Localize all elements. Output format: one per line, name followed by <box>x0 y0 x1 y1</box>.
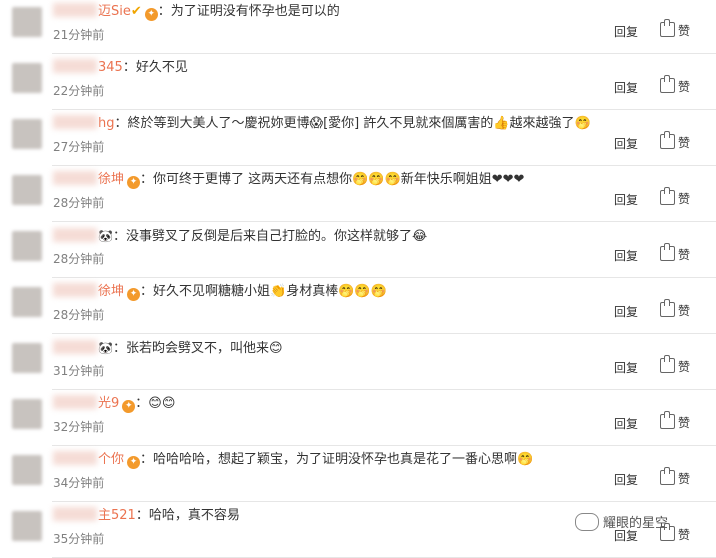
reply-button[interactable]: 回复 <box>614 471 638 488</box>
username[interactable]: 主521 <box>53 507 136 523</box>
medal-icon: ✦ <box>127 288 141 301</box>
comment-line: hg：終於等到大美人了～慶祝妳更博😱[愛你] 許久不見就來個厲害的👍越來越強了🤭 <box>53 115 591 133</box>
username[interactable]: 345 <box>53 59 123 75</box>
timestamp: 35分钟前 <box>53 532 105 546</box>
thumbs-up-icon <box>660 131 675 149</box>
timestamp: 21分钟前 <box>53 28 105 42</box>
comment-line: 🐼：张若昀会劈叉不，叫他来😊 <box>53 339 283 358</box>
thumbs-up-icon <box>660 467 675 485</box>
panda-icon: 🐼 <box>98 341 113 355</box>
comment-line: 主521：哈哈，真不容易 <box>53 507 240 525</box>
reply-button[interactable]: 回复 <box>614 415 638 432</box>
reply-button[interactable]: 回复 <box>614 191 638 208</box>
watermark: 耀眼的星空 <box>575 512 668 531</box>
like-button[interactable]: 赞 <box>660 131 690 151</box>
comment-text: 哈哈哈哈，想起了颖宝，为了证明没怀孕也真是花了一番心思啊🤭 <box>153 452 534 467</box>
timestamp: 34分钟前 <box>53 476 105 490</box>
like-button[interactable]: 赞 <box>660 467 690 487</box>
comment-line: 🐼：没事劈叉了反倒是后来自己打脸的。你这样就够了😂 <box>53 227 427 246</box>
reply-button[interactable]: 回复 <box>614 247 638 264</box>
like-button[interactable]: 赞 <box>660 355 690 375</box>
wechat-icon <box>575 513 599 531</box>
avatar[interactable] <box>12 287 42 317</box>
comment-text: 为了证明没有怀孕也是可以的 <box>170 4 340 19</box>
reply-button[interactable]: 回复 <box>614 303 638 320</box>
comment-text: 张若昀会劈叉不，叫他来😊 <box>125 341 283 356</box>
thumbs-up-icon <box>660 75 675 93</box>
thumbs-up-icon <box>660 299 675 317</box>
like-button[interactable]: 赞 <box>660 243 690 263</box>
timestamp: 22分钟前 <box>53 84 105 98</box>
timestamp: 28分钟前 <box>53 196 105 210</box>
thumbs-up-icon <box>660 411 675 429</box>
comment-line: 徐坤 ✦ ：好久不见啊糖糖小姐👏身材真棒🤭🤭🤭 <box>53 283 387 301</box>
username[interactable]: 迈Sie <box>53 3 131 19</box>
avatar[interactable] <box>12 119 42 149</box>
medal-icon: ✦ <box>127 176 141 189</box>
comment-row: 🐼：没事劈叉了反倒是后来自己打脸的。你这样就够了😂 28分钟前 回复 赞 <box>0 222 716 278</box>
username[interactable]: 光9 <box>53 395 119 411</box>
avatar[interactable] <box>12 63 42 93</box>
username[interactable] <box>53 340 98 356</box>
medal-icon: ✦ <box>122 400 136 413</box>
thumbs-up-icon <box>660 243 675 261</box>
timestamp: 28分钟前 <box>53 308 105 322</box>
avatar[interactable] <box>12 7 42 37</box>
thumbs-up-icon <box>660 19 675 37</box>
username[interactable]: 徐坤 <box>53 171 124 187</box>
avatar[interactable] <box>12 455 42 485</box>
timestamp: 27分钟前 <box>53 140 105 154</box>
like-button[interactable]: 赞 <box>660 19 690 39</box>
panda-icon: 🐼 <box>98 229 113 243</box>
comment-line: 个你 ✦ ：哈哈哈哈，想起了颖宝，为了证明没怀孕也真是花了一番心思啊🤭 <box>53 451 533 469</box>
comment-line: 徐坤 ✦ ：你可终于更博了 这两天还有点想你🤭🤭🤭新年快乐啊姐姐❤❤❤ <box>53 171 524 189</box>
comment-line: 光9 ✦ ：😊😊 <box>53 395 175 413</box>
comment-text: 没事劈叉了反倒是后来自己打脸的。你这样就够了😂 <box>125 229 428 244</box>
avatar[interactable] <box>12 399 42 429</box>
like-button[interactable]: 赞 <box>660 187 690 207</box>
comment-row: 徐坤 ✦ ：好久不见啊糖糖小姐👏身材真棒🤭🤭🤭 28分钟前 回复 赞 <box>0 278 716 334</box>
comment-text: 好久不见 <box>135 60 188 75</box>
comment-line: 迈Sie✔ ✦ ：为了证明没有怀孕也是可以的 <box>53 3 340 21</box>
avatar[interactable] <box>12 231 42 261</box>
comment-row: 徐坤 ✦ ：你可终于更博了 这两天还有点想你🤭🤭🤭新年快乐啊姐姐❤❤❤ 28分钟前 回复… <box>0 166 716 222</box>
reply-button[interactable]: 回复 <box>614 79 638 96</box>
like-button[interactable]: 赞 <box>660 299 690 319</box>
thumbs-up-icon <box>660 187 675 205</box>
username[interactable] <box>53 228 98 244</box>
comment-row: 迈Sie✔ ✦ ：为了证明没有怀孕也是可以的 21分钟前 回复 赞 <box>0 0 716 54</box>
comment-line: 345：好久不见 <box>53 59 188 77</box>
thumbs-up-icon <box>660 355 675 373</box>
timestamp: 28分钟前 <box>53 252 105 266</box>
comment-row: hg：終於等到大美人了～慶祝妳更博😱[愛你] 許久不見就來個厲害的👍越來越強了🤭… <box>0 110 716 166</box>
medal-icon: ✦ <box>127 456 141 469</box>
username[interactable]: hg <box>53 115 115 131</box>
comment-text: 終於等到大美人了～慶祝妳更博😱[愛你] 許久不見就來個厲害的👍越來越強了🤭 <box>127 116 591 131</box>
avatar[interactable] <box>12 343 42 373</box>
timestamp: 32分钟前 <box>53 420 105 434</box>
like-button[interactable]: 赞 <box>660 411 690 431</box>
comment-text: 😊😊 <box>148 396 176 411</box>
like-button[interactable]: 赞 <box>660 75 690 95</box>
comment-row: 🐼：张若昀会劈叉不，叫他来😊 31分钟前 回复 赞 <box>0 334 716 390</box>
reply-button[interactable]: 回复 <box>614 23 638 40</box>
timestamp: 31分钟前 <box>53 364 105 378</box>
reply-button[interactable]: 回复 <box>614 135 638 152</box>
comment-text: 哈哈，真不容易 <box>148 508 240 523</box>
username[interactable]: 个你 <box>53 451 124 467</box>
avatar[interactable] <box>12 175 42 205</box>
comment-row: 光9 ✦ ：😊😊 32分钟前 回复 赞 <box>0 390 716 446</box>
comment-row: 个你 ✦ ：哈哈哈哈，想起了颖宝，为了证明没怀孕也真是花了一番心思啊🤭 34分钟前 回复… <box>0 446 716 502</box>
comment-text: 好久不见啊糖糖小姐👏身材真棒🤭🤭🤭 <box>153 284 387 299</box>
medal-icon: ✦ <box>144 8 158 21</box>
comment-row: 345：好久不见 22分钟前 回复 赞 <box>0 54 716 110</box>
vip-icon: ✔ <box>130 4 142 19</box>
username[interactable]: 徐坤 <box>53 283 124 299</box>
reply-button[interactable]: 回复 <box>614 359 638 376</box>
avatar[interactable] <box>12 511 42 541</box>
comment-text: 你可终于更博了 这两天还有点想你🤭🤭🤭新年快乐啊姐姐❤❤❤ <box>153 172 525 187</box>
